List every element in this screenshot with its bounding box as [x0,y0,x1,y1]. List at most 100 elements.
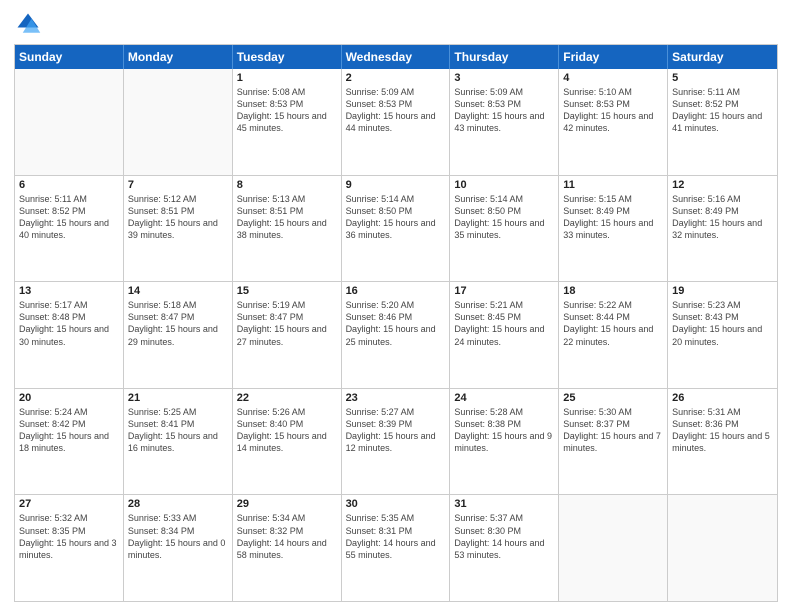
calendar-week-2: 6Sunrise: 5:11 AMSunset: 8:52 PMDaylight… [15,175,777,282]
day-info: Sunrise: 5:19 AMSunset: 8:47 PMDaylight:… [237,299,337,348]
day-number: 12 [672,179,773,191]
calendar-header: SundayMondayTuesdayWednesdayThursdayFrid… [15,45,777,69]
header-day-tuesday: Tuesday [233,45,342,69]
day-cell-18: 18 Sunrise: 5:22 AMSunset: 8:44 PMDayligh… [559,282,668,388]
day-number: 25 [563,392,663,404]
day-info: Sunrise: 5:28 AMSunset: 8:38 PMDaylight:… [454,406,554,455]
day-cell-23: 23Sunrise: 5:27 AMSunset: 8:39 PMDayligh… [342,389,451,495]
day-info: Sunrise: 5:35 AMSunset: 8:31 PMDaylight:… [346,512,446,561]
day-cell-4: 4 Sunrise: 5:10 AMSunset: 8:53 PMDaylight… [559,69,668,175]
empty-cell [124,69,233,175]
day-info: Sunrise: 5:17 AMSunset: 8:48 PMDaylight:… [19,299,119,348]
day-info: Sunrise: 5:23 AMSunset: 8:43 PMDaylight:… [672,299,773,348]
day-number: 20 [19,392,119,404]
day-info: Sunrise: 5:31 AMSunset: 8:36 PMDaylight:… [672,406,773,455]
day-info: Sunrise: 5:15 AMSunset: 8:49 PMDaylight:… [563,193,663,242]
day-number: 4 [563,72,663,84]
header-day-friday: Friday [559,45,668,69]
day-cell-14: 14 Sunrise: 5:18 AMSunset: 8:47 PMDayligh… [124,282,233,388]
day-number: 1 [237,72,337,84]
day-info: Sunrise: 5:10 AMSunset: 8:53 PMDaylight:… [563,86,663,135]
day-info: Sunrise: 5:09 AMSunset: 8:53 PMDaylight:… [346,86,446,135]
calendar-week-3: 13 Sunrise: 5:17 AMSunset: 8:48 PMDayligh… [15,281,777,388]
day-info: Sunrise: 5:09 AMSunset: 8:53 PMDaylight:… [454,86,554,135]
empty-cell [559,495,668,601]
day-info: Sunrise: 5:33 AMSunset: 8:34 PMDaylight:… [128,512,228,561]
day-cell-28: 28 Sunrise: 5:33 AMSunset: 8:34 PMDayligh… [124,495,233,601]
day-cell-6: 6Sunrise: 5:11 AMSunset: 8:52 PMDaylight… [15,176,124,282]
day-cell-21: 21Sunrise: 5:25 AMSunset: 8:41 PMDayligh… [124,389,233,495]
day-cell-11: 11Sunrise: 5:15 AMSunset: 8:49 PMDayligh… [559,176,668,282]
day-number: 18 [563,285,663,297]
day-cell-25: 25 Sunrise: 5:30 AMSunset: 8:37 PMDayligh… [559,389,668,495]
day-number: 13 [19,285,119,297]
calendar-week-1: 1 Sunrise: 5:08 AMSunset: 8:53 PMDaylight… [15,69,777,175]
page-header [14,10,778,38]
day-number: 16 [346,285,446,297]
day-cell-19: 19 Sunrise: 5:23 AMSunset: 8:43 PMDayligh… [668,282,777,388]
day-info: Sunrise: 5:08 AMSunset: 8:53 PMDaylight:… [237,86,337,135]
day-info: Sunrise: 5:32 AMSunset: 8:35 PMDaylight:… [19,512,119,561]
day-info: Sunrise: 5:18 AMSunset: 8:47 PMDaylight:… [128,299,228,348]
day-number: 9 [346,179,446,191]
day-info: Sunrise: 5:20 AMSunset: 8:46 PMDaylight:… [346,299,446,348]
day-cell-8: 8Sunrise: 5:13 AMSunset: 8:51 PMDaylight… [233,176,342,282]
day-cell-9: 9Sunrise: 5:14 AMSunset: 8:50 PMDaylight… [342,176,451,282]
day-cell-22: 22Sunrise: 5:26 AMSunset: 8:40 PMDayligh… [233,389,342,495]
day-cell-12: 12 Sunrise: 5:16 AMSunset: 8:49 PMDayligh… [668,176,777,282]
day-number: 29 [237,498,337,510]
day-cell-15: 15 Sunrise: 5:19 AMSunset: 8:47 PMDayligh… [233,282,342,388]
day-cell-30: 30 Sunrise: 5:35 AMSunset: 8:31 PMDayligh… [342,495,451,601]
day-info: Sunrise: 5:21 AMSunset: 8:45 PMDaylight:… [454,299,554,348]
day-number: 22 [237,392,337,404]
day-info: Sunrise: 5:30 AMSunset: 8:37 PMDaylight:… [563,406,663,455]
day-cell-31: 31Sunrise: 5:37 AMSunset: 8:30 PMDayligh… [450,495,559,601]
header-day-saturday: Saturday [668,45,777,69]
day-number: 31 [454,498,554,510]
day-info: Sunrise: 5:12 AMSunset: 8:51 PMDaylight:… [128,193,228,242]
day-info: Sunrise: 5:14 AMSunset: 8:50 PMDaylight:… [454,193,554,242]
calendar-week-4: 20 Sunrise: 5:24 AMSunset: 8:42 PMDayligh… [15,388,777,495]
header-day-thursday: Thursday [450,45,559,69]
day-info: Sunrise: 5:11 AMSunset: 8:52 PMDaylight:… [672,86,773,135]
day-cell-3: 3 Sunrise: 5:09 AMSunset: 8:53 PMDaylight… [450,69,559,175]
logo-icon [14,10,42,38]
day-info: Sunrise: 5:25 AMSunset: 8:41 PMDaylight:… [128,406,228,455]
day-info: Sunrise: 5:16 AMSunset: 8:49 PMDaylight:… [672,193,773,242]
day-cell-26: 26 Sunrise: 5:31 AMSunset: 8:36 PMDayligh… [668,389,777,495]
day-number: 28 [128,498,228,510]
day-cell-10: 10Sunrise: 5:14 AMSunset: 8:50 PMDayligh… [450,176,559,282]
empty-cell [15,69,124,175]
day-number: 14 [128,285,228,297]
day-info: Sunrise: 5:34 AMSunset: 8:32 PMDaylight:… [237,512,337,561]
day-cell-2: 2 Sunrise: 5:09 AMSunset: 8:53 PMDaylight… [342,69,451,175]
empty-cell [668,495,777,601]
day-number: 26 [672,392,773,404]
day-number: 15 [237,285,337,297]
day-cell-20: 20 Sunrise: 5:24 AMSunset: 8:42 PMDayligh… [15,389,124,495]
day-cell-7: 7 Sunrise: 5:12 AMSunset: 8:51 PMDaylight… [124,176,233,282]
day-info: Sunrise: 5:22 AMSunset: 8:44 PMDaylight:… [563,299,663,348]
day-number: 7 [128,179,228,191]
day-cell-17: 17Sunrise: 5:21 AMSunset: 8:45 PMDayligh… [450,282,559,388]
day-number: 24 [454,392,554,404]
day-number: 2 [346,72,446,84]
day-info: Sunrise: 5:24 AMSunset: 8:42 PMDaylight:… [19,406,119,455]
day-cell-5: 5Sunrise: 5:11 AMSunset: 8:52 PMDaylight… [668,69,777,175]
day-info: Sunrise: 5:11 AMSunset: 8:52 PMDaylight:… [19,193,119,242]
day-number: 3 [454,72,554,84]
calendar-body: 1 Sunrise: 5:08 AMSunset: 8:53 PMDaylight… [15,69,777,601]
day-number: 19 [672,285,773,297]
day-cell-16: 16 Sunrise: 5:20 AMSunset: 8:46 PMDayligh… [342,282,451,388]
calendar-week-5: 27Sunrise: 5:32 AMSunset: 8:35 PMDayligh… [15,494,777,601]
day-cell-27: 27Sunrise: 5:32 AMSunset: 8:35 PMDayligh… [15,495,124,601]
header-day-wednesday: Wednesday [342,45,451,69]
day-info: Sunrise: 5:27 AMSunset: 8:39 PMDaylight:… [346,406,446,455]
header-day-sunday: Sunday [15,45,124,69]
day-cell-13: 13 Sunrise: 5:17 AMSunset: 8:48 PMDayligh… [15,282,124,388]
day-cell-29: 29 Sunrise: 5:34 AMSunset: 8:32 PMDayligh… [233,495,342,601]
day-cell-24: 24 Sunrise: 5:28 AMSunset: 8:38 PMDayligh… [450,389,559,495]
day-number: 30 [346,498,446,510]
calendar-page: SundayMondayTuesdayWednesdayThursdayFrid… [0,0,792,612]
day-info: Sunrise: 5:13 AMSunset: 8:51 PMDaylight:… [237,193,337,242]
